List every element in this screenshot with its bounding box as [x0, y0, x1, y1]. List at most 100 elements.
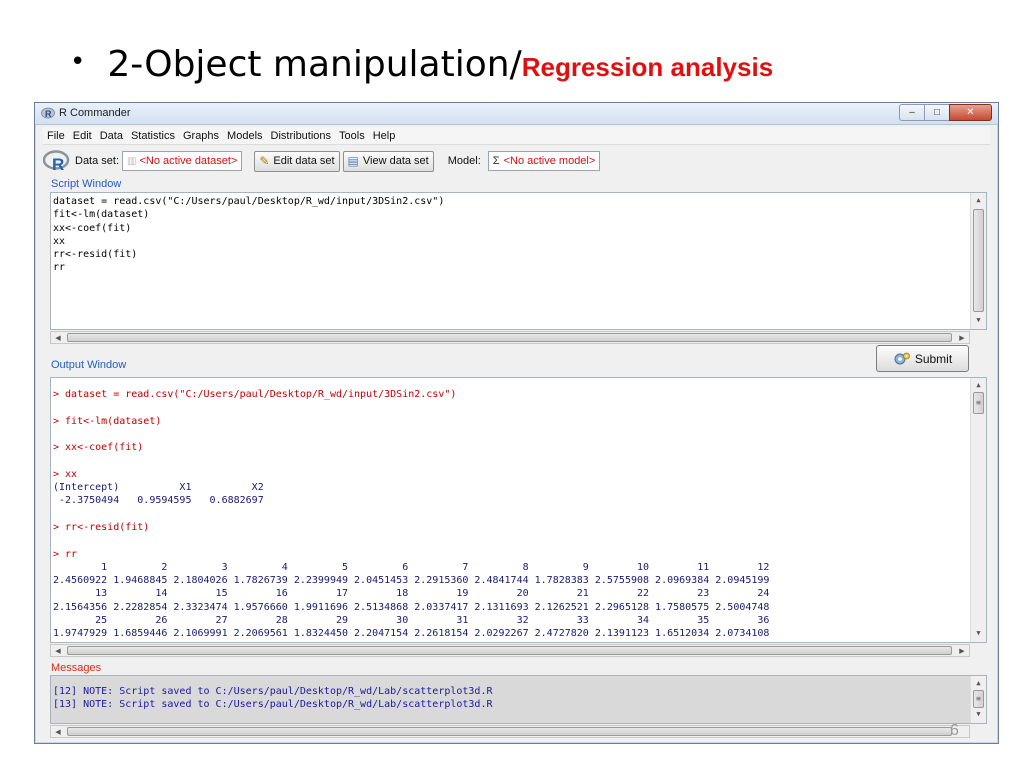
menu-tools[interactable]: Tools — [335, 130, 369, 142]
script-line: xx<-coef(fit) — [53, 222, 132, 234]
minimize-button[interactable]: – — [899, 104, 925, 121]
output-line: > xx<-coef(fit) — [53, 442, 144, 454]
active-dataset-value: <No active dataset> — [139, 155, 238, 167]
scroll-down-icon[interactable]: ▼ — [971, 627, 986, 641]
script-line: rr<-resid(fit) — [53, 249, 138, 261]
script-editor[interactable]: dataset = read.csv("C:/Users/paul/Deskto… — [50, 192, 987, 330]
r-logo-icon: R — [43, 150, 70, 172]
scroll-thumb[interactable]: ≡ — [973, 392, 984, 414]
window-title: R Commander — [59, 107, 131, 119]
messages-horizontal-scrollbar[interactable]: ◀ — [50, 725, 970, 738]
script-horizontal-scrollbar[interactable]: ◀ ▶ — [50, 331, 970, 344]
messages-console[interactable]: [12] NOTE: Script saved to C:/Users/paul… — [50, 675, 987, 724]
messages-vertical-scrollbar[interactable]: ▲ ≡ ▼ — [970, 676, 986, 723]
scroll-thumb[interactable] — [973, 209, 984, 312]
scroll-down-icon[interactable]: ▼ — [971, 708, 986, 722]
script-lines: dataset = read.csv("C:/Users/paul/Deskto… — [53, 195, 968, 275]
output-line: (Intercept) X1 X2 — [53, 482, 270, 494]
edit-data-set-label: Edit data set — [273, 155, 335, 167]
output-lines: > dataset = read.csv("C:/Users/paul/Desk… — [53, 388, 968, 641]
menu-graphs[interactable]: Graphs — [179, 130, 223, 142]
active-model-field[interactable]: Σ <No active model> — [487, 151, 601, 171]
script-window-label: Script Window — [51, 178, 122, 190]
scroll-left-icon[interactable]: ◀ — [51, 645, 65, 656]
scroll-thumb[interactable] — [67, 333, 952, 342]
scroll-down-icon[interactable]: ▼ — [971, 314, 986, 328]
view-icon: ▤ — [347, 154, 359, 168]
active-model-value: <No active model> — [503, 155, 596, 167]
active-dataset-field[interactable]: ▥ <No active dataset> — [122, 151, 243, 171]
slide-title-sub: Regression analysis — [521, 52, 774, 82]
model-label: Model: — [447, 155, 481, 167]
output-line: > rr — [53, 548, 78, 560]
menu-bar: File Edit Data Statistics Graphs Models … — [43, 127, 990, 145]
dataset-icon: ▥ — [127, 155, 137, 167]
bullet: • — [70, 47, 86, 77]
menu-distributions[interactable]: Distributions — [267, 130, 336, 142]
view-data-set-label: View data set — [362, 155, 429, 167]
script-line: fit<-lm(dataset) — [53, 209, 150, 221]
view-data-set-button[interactable]: ▤ View data set — [342, 150, 434, 172]
output-line: 1 2 3 4 5 6 7 8 9 10 11 12 — [53, 561, 776, 573]
menu-help[interactable]: Help — [369, 130, 400, 142]
script-line: rr — [53, 262, 66, 274]
output-line: 25 26 27 28 29 30 31 32 33 34 35 36 — [53, 615, 776, 627]
output-window-label: Output Window — [51, 359, 127, 371]
output-horizontal-scrollbar[interactable]: ◀ ▶ — [50, 644, 970, 657]
sigma-icon: Σ — [492, 155, 500, 167]
gears-icon — [894, 352, 910, 364]
slide-title-main: 2-Object manipulation/ — [107, 44, 522, 85]
slide-title: • 2-Object manipulation/ Regression anal… — [70, 44, 773, 94]
r-app-icon: R — [41, 107, 55, 119]
edit-data-set-button[interactable]: ✎ Edit data set — [254, 150, 340, 172]
window-controls: – □ ✕ — [899, 104, 992, 121]
messages-label: Messages — [51, 662, 102, 674]
menu-data[interactable]: Data — [96, 130, 127, 142]
scroll-up-icon[interactable]: ▲ — [971, 677, 986, 691]
menu-models[interactable]: Models — [223, 130, 266, 142]
scroll-up-icon[interactable]: ▲ — [971, 194, 986, 208]
scroll-right-icon[interactable]: ▶ — [955, 332, 969, 343]
scroll-thumb[interactable]: ≡ — [973, 690, 984, 708]
scroll-thumb[interactable] — [67, 646, 952, 655]
output-line: > rr<-resid(fit) — [53, 521, 150, 533]
r-commander-window: R R Commander – □ ✕ File Edit Data Stati… — [34, 102, 999, 744]
maximize-button[interactable]: □ — [924, 104, 950, 121]
title-bar[interactable]: R R Commander – □ ✕ — [35, 103, 998, 125]
output-line: > dataset = read.csv("C:/Users/paul/Desk… — [53, 389, 457, 400]
output-line: 13 14 15 16 17 18 19 20 21 22 23 24 — [53, 588, 776, 600]
close-button[interactable]: ✕ — [949, 104, 992, 121]
pencil-icon: ✎ — [259, 154, 270, 168]
message-line: [13] NOTE: Script saved to C:/Users/paul… — [53, 699, 493, 711]
output-line: 1.9747929 1.6859446 2.1069991 2.2069561 … — [53, 628, 776, 640]
script-vertical-scrollbar[interactable]: ▲ ▼ — [970, 193, 986, 329]
submit-button[interactable]: Submit — [876, 345, 969, 372]
output-line: -2.3750494 0.9594595 0.6882697 — [53, 495, 270, 507]
scroll-left-icon[interactable]: ◀ — [51, 332, 65, 343]
output-console[interactable]: > dataset = read.csv("C:/Users/paul/Desk… — [50, 377, 987, 643]
script-line: dataset = read.csv("C:/Users/paul/Deskto… — [53, 196, 445, 207]
submit-label: Submit — [914, 351, 953, 366]
message-line: [12] NOTE: Script saved to C:/Users/paul… — [53, 686, 493, 697]
message-lines: [12] NOTE: Script saved to C:/Users/paul… — [53, 685, 968, 712]
menu-statistics[interactable]: Statistics — [127, 130, 179, 142]
toolbar: R Data set: ▥ <No active dataset> ✎ Edit… — [41, 148, 992, 174]
scroll-left-icon[interactable]: ◀ — [51, 726, 65, 737]
scroll-right-icon[interactable]: ▶ — [955, 645, 969, 656]
scroll-thumb[interactable] — [67, 727, 952, 736]
dataset-label: Data set: — [75, 155, 120, 167]
output-line: 2.4560922 1.9468845 2.1804026 1.7826739 … — [53, 575, 776, 587]
output-line: 2.1564356 2.2282854 2.3323474 1.9576660 … — [53, 601, 776, 613]
output-vertical-scrollbar[interactable]: ▲ ≡ ▼ — [970, 378, 986, 642]
svg-text:R: R — [45, 109, 52, 119]
menu-file[interactable]: File — [43, 130, 69, 142]
output-line: > fit<-lm(dataset) — [53, 415, 162, 427]
script-line: xx — [53, 235, 66, 247]
menu-edit[interactable]: Edit — [69, 130, 96, 142]
scroll-up-icon[interactable]: ▲ — [971, 379, 986, 393]
